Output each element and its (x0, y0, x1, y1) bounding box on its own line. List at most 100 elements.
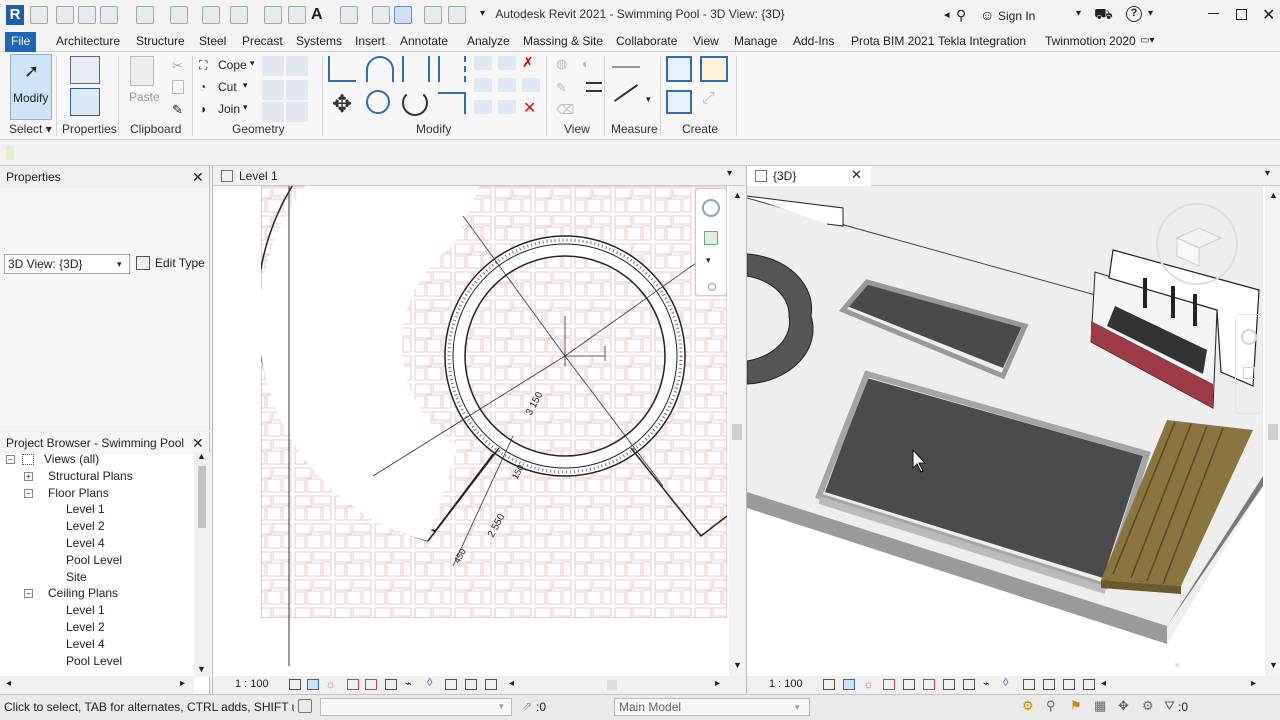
create-parts-icon[interactable] (666, 56, 692, 82)
tab-level-1[interactable]: Level 1 (239, 166, 278, 186)
chevron-left-icon[interactable]: ◂ (944, 8, 950, 21)
tab-menu-icon[interactable]: ▾ (1265, 168, 1270, 179)
scroll-thumb[interactable] (1268, 424, 1278, 440)
match-properties-icon[interactable]: ✎ (172, 102, 183, 118)
scroll-down-icon[interactable]: ▼ (1269, 660, 1278, 670)
reveal-hidden-icon[interactable] (1023, 679, 1035, 690)
expand-toggle-icon[interactable]: − (24, 488, 33, 498)
show-crop-icon[interactable] (943, 679, 955, 690)
tab-menu-icon[interactable]: ▾ (727, 168, 732, 179)
steering-wheel-icon[interactable] (1241, 329, 1257, 345)
create-assembly-icon[interactable] (666, 90, 692, 114)
editing-requests-icon[interactable]: ⇗ (522, 699, 532, 713)
tab-systems[interactable]: Systems (290, 32, 348, 52)
background-process-icon[interactable]: ⚙ (1142, 698, 1154, 714)
linework-icon[interactable]: ✎ (556, 80, 567, 96)
beam-join-icon[interactable] (286, 80, 308, 100)
close-properties-icon[interactable]: ✕ (192, 169, 204, 186)
3d-vscroll[interactable]: ▲ ▼ (1265, 186, 1280, 676)
eraser-icon[interactable]: ⌫ (556, 102, 574, 118)
browser-hscroll[interactable]: ◂ ▸ (0, 676, 194, 694)
hscroll-left-icon[interactable]: ◂ (509, 678, 514, 689)
tab-twinmotion-2020[interactable]: Twinmotion 2020 (1039, 32, 1142, 52)
view-scale-3d[interactable]: 1 : 100 (769, 678, 803, 690)
unlock-icon[interactable]: ⌁ (983, 677, 990, 690)
detail-level-icon[interactable] (823, 679, 835, 690)
type-properties-icon[interactable] (70, 56, 100, 84)
pin-icon[interactable] (522, 78, 540, 92)
paint-icon[interactable] (262, 80, 284, 100)
scroll-up-icon[interactable]: ▲ (197, 451, 206, 461)
rotate-icon[interactable] (402, 90, 428, 116)
edit-type-icon[interactable] (136, 256, 150, 270)
shadows-icon[interactable] (347, 679, 359, 690)
temporary-view-icon[interactable] (1043, 679, 1055, 690)
highlight-displacement-icon[interactable] (1063, 679, 1075, 690)
browser-item[interactable]: − Views (all) (0, 451, 194, 468)
zoom-dropdown-icon[interactable]: ▾ (706, 255, 711, 266)
tab-analyze[interactable]: Analyze (461, 32, 516, 52)
browser-item[interactable]: − Floor Plans (0, 485, 194, 502)
type-selector[interactable]: 3D View: {3D} ▾ (4, 254, 130, 274)
worksharing-icon[interactable] (298, 699, 312, 713)
minimize-icon[interactable] (1208, 13, 1219, 14)
browser-vscroll[interactable]: ▲ ▼ (194, 451, 210, 677)
unlock-icon[interactable]: ⌁ (405, 677, 412, 690)
cut-button[interactable]: Cut (218, 80, 237, 94)
select-pinned-icon[interactable]: ⚑ (1070, 698, 1082, 714)
cut-clipboard-icon[interactable]: ✂ (172, 58, 183, 74)
select-links-icon[interactable]: ⚙ (1022, 698, 1034, 714)
hscroll-right-icon[interactable]: ▸ (715, 678, 720, 689)
zoom-icon[interactable] (1243, 367, 1255, 379)
floor-plan-view[interactable]: Level 1 ▾ 3 150 2 550 150 450 ▾ ▲ ▼ 1: … (212, 166, 745, 694)
browser-item[interactable]: Level 2 (0, 518, 194, 535)
aligned-dimension-icon[interactable] (613, 84, 639, 102)
sun-path-icon[interactable]: ☼ (863, 677, 874, 691)
shadows-icon[interactable] (883, 679, 895, 690)
move-icon[interactable]: ✥ (332, 90, 352, 119)
temporary-view-icon[interactable] (465, 679, 477, 690)
trim-icon[interactable] (474, 100, 492, 114)
join-dropdown-icon[interactable]: ▾ (243, 102, 248, 113)
browser-item[interactable]: Pool Level (0, 653, 194, 670)
tab-steel[interactable]: Steel (193, 32, 232, 52)
plan-vscroll[interactable]: ▲ ▼ (729, 186, 745, 676)
workset-dropdown[interactable]: ▾ (320, 698, 512, 716)
tab-precast[interactable]: Precast (236, 32, 289, 52)
cope-dropdown-icon[interactable]: ▾ (250, 58, 255, 69)
split-gap-icon[interactable] (498, 56, 516, 70)
zoom-icon[interactable] (704, 231, 718, 245)
tab-collaborate[interactable]: Collaborate (610, 32, 683, 52)
select-by-face-icon[interactable]: ▦ (1094, 698, 1106, 714)
analytical-model-icon[interactable] (1083, 679, 1095, 690)
filter-icon[interactable]: ⛛ (1164, 698, 1175, 714)
select-panel-label[interactable]: Select ▾ (9, 122, 52, 136)
override-graphics-icon[interactable]: ◐ (582, 56, 590, 71)
sign-in-link[interactable]: Sign In (998, 9, 1035, 23)
extend-icon[interactable] (498, 100, 516, 114)
tab-insert[interactable]: Insert (349, 32, 391, 52)
tab-annotate[interactable]: Annotate (394, 32, 454, 52)
scroll-right-icon[interactable]: ▸ (180, 678, 185, 689)
unpin-icon[interactable]: ✗ (522, 54, 534, 71)
close-icon[interactable]: ✕ (1262, 5, 1275, 25)
select-underlay-icon[interactable]: ⚲ (1046, 698, 1056, 714)
hscroll-right-icon[interactable]: ▸ (1251, 678, 1256, 689)
wall-joins-icon[interactable] (262, 56, 284, 76)
help-dropdown-icon[interactable]: ▾ (1148, 8, 1153, 19)
show-crop-icon[interactable] (385, 679, 397, 690)
lock-3d-icon[interactable] (963, 679, 975, 690)
tab-architecture[interactable]: Architecture (50, 32, 126, 52)
browser-item[interactable]: Level 1 (0, 501, 194, 518)
hscroll-thumb[interactable] (607, 680, 617, 690)
tab-add-ins[interactable]: Add-Ins (787, 32, 840, 52)
tab-massing-site[interactable]: Massing & Site (517, 32, 609, 52)
temporary-hide-icon[interactable]: ◊ (1003, 677, 1008, 689)
tab-manage[interactable]: Manage (728, 32, 783, 52)
tab-structure[interactable]: Structure (130, 32, 191, 52)
scroll-up-icon[interactable]: ▲ (733, 190, 742, 200)
align-icon[interactable] (328, 56, 356, 82)
browser-item[interactable]: + Structural Plans (0, 468, 194, 485)
demolish-icon[interactable] (262, 102, 284, 122)
tab-3d[interactable]: {3D} ✕ (747, 166, 871, 186)
